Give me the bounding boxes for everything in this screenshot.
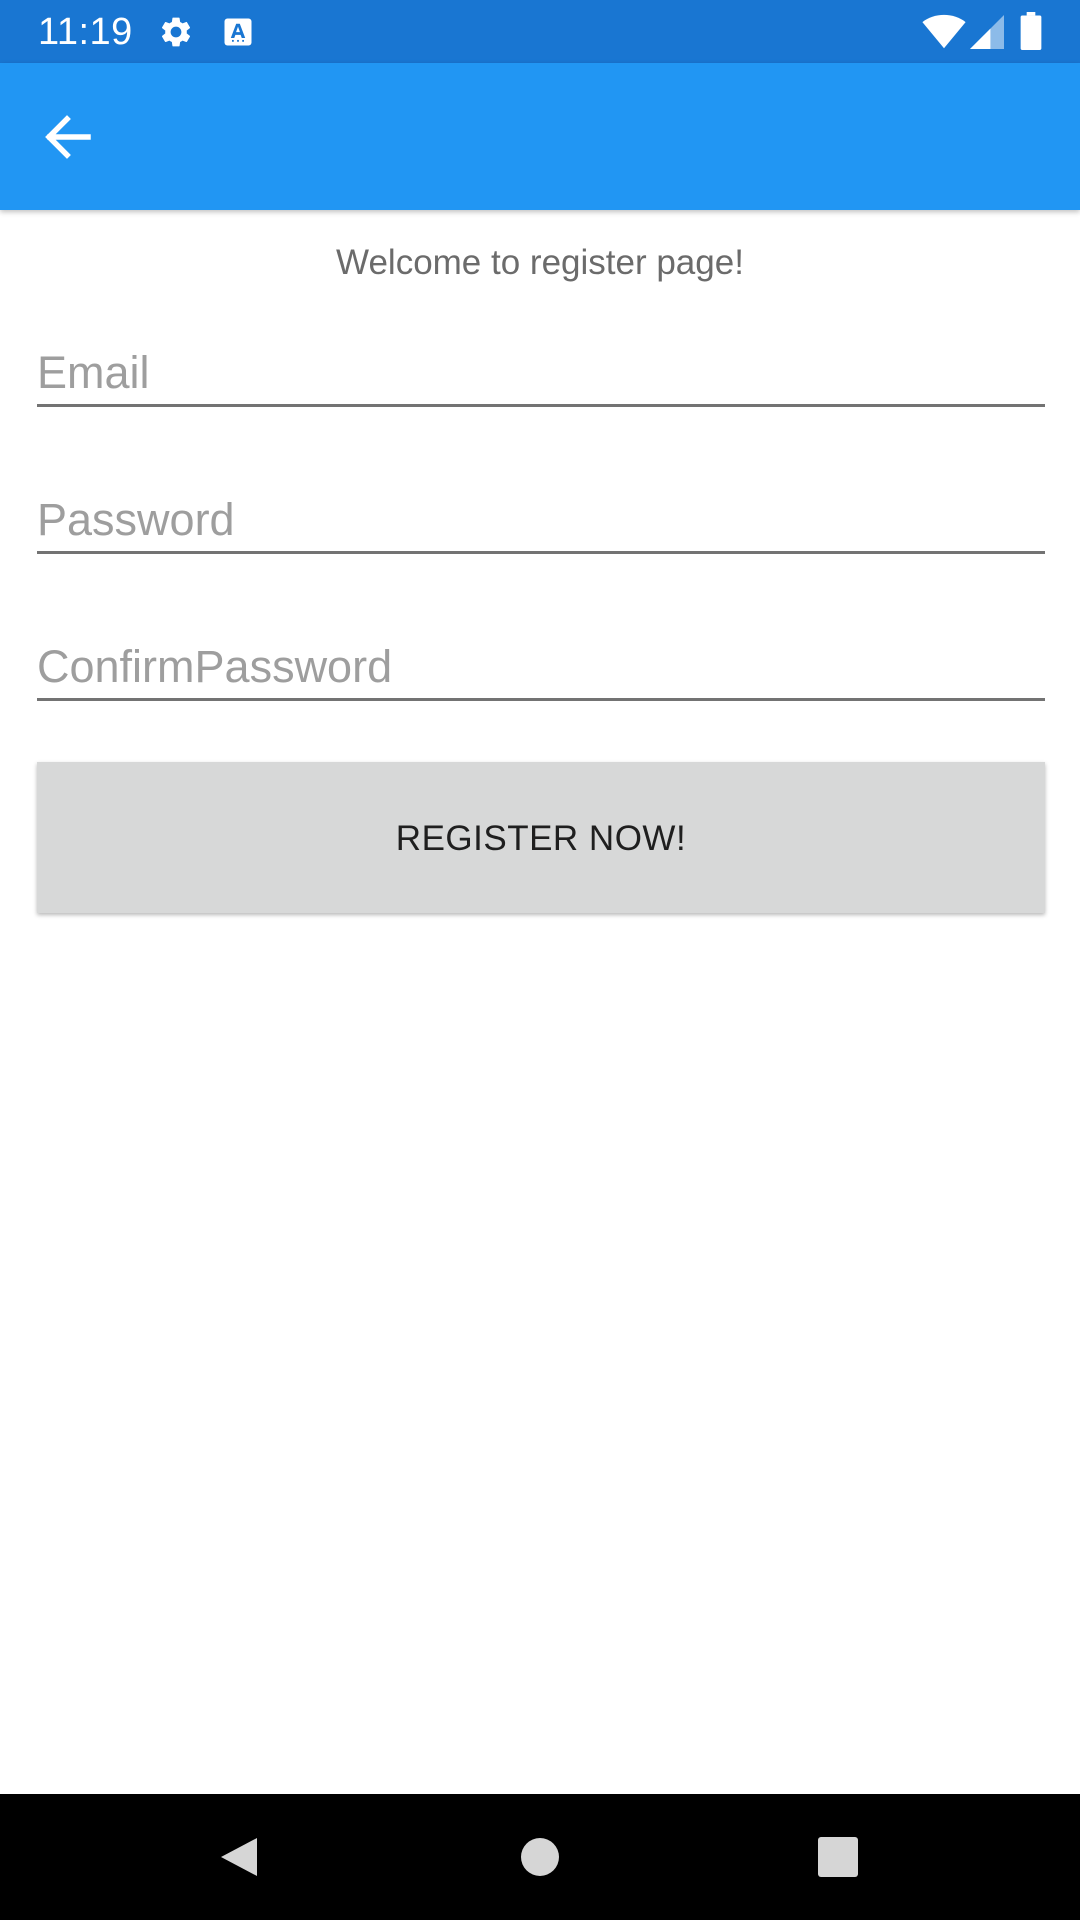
system-nav-bar: [0, 1794, 1080, 1920]
email-field[interactable]: [37, 342, 1045, 407]
status-time: 11:19: [38, 11, 133, 53]
gear-icon: [158, 14, 194, 50]
status-bar: 11:19: [0, 0, 1080, 63]
back-button[interactable]: [30, 102, 112, 172]
password-field[interactable]: [37, 489, 1045, 554]
back-triangle-icon: [207, 1826, 269, 1888]
wifi-icon: [922, 14, 966, 50]
signal-icon: [970, 14, 1004, 50]
home-circle-icon: [509, 1826, 571, 1888]
recents-square-icon: [807, 1826, 869, 1888]
battery-icon: [1020, 12, 1042, 50]
register-button[interactable]: REGISTER NOW!: [37, 762, 1045, 913]
arrow-back-icon: [30, 102, 112, 172]
a11y-keyboard-icon: [220, 14, 256, 50]
nav-back-button[interactable]: [207, 1826, 269, 1888]
nav-recents-button[interactable]: [807, 1826, 869, 1888]
confirm-password-field[interactable]: [37, 636, 1045, 701]
nav-home-button[interactable]: [509, 1826, 571, 1888]
welcome-text: Welcome to register page!: [336, 243, 744, 282]
app-bar: [0, 63, 1080, 210]
